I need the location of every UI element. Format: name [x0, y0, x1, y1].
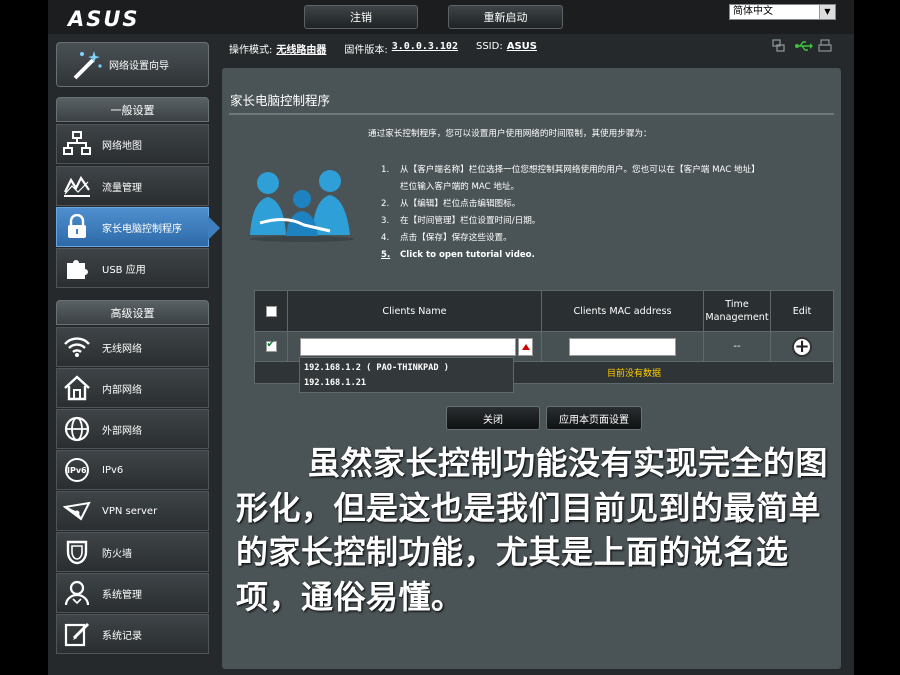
sidebar-item-label: 家长电脑控制程序 — [102, 223, 182, 235]
select-all-checkbox[interactable] — [265, 305, 277, 317]
page-title: 家长电脑控制程序 — [230, 93, 331, 108]
ipv6-icon: IPv6 — [63, 456, 91, 484]
sidebar-item-label: 网络地图 — [102, 140, 142, 152]
time-management-value: -- — [733, 341, 741, 352]
globe-icon — [63, 415, 91, 443]
asus-logo: ASUS — [68, 7, 140, 31]
header-time-management: Time Management — [704, 291, 771, 331]
mode-label: 操作模式: — [229, 45, 273, 56]
network-map-icon — [63, 130, 91, 158]
wizard-label: 网络设置向导 — [109, 61, 169, 72]
puzzle-icon — [63, 254, 91, 282]
sidebar-item-wireless[interactable]: 无线网络 — [56, 327, 209, 367]
step-3: 3. 在【时间管理】栏位设置时间/日期。 — [381, 216, 541, 226]
lock-icon — [63, 213, 91, 241]
client-suggestion-list: 192.168.1.2 ( PAO-THINKPAD ) 192.168.1.2… — [299, 357, 514, 393]
close-button[interactable]: 关闭 — [446, 406, 540, 430]
admin-icon — [63, 579, 91, 607]
sidebar-item-parental-control[interactable]: 家长电脑控制程序 — [56, 207, 220, 247]
ssid-value[interactable]: ASUS — [507, 41, 537, 56]
sidebar-item-label: 系统记录 — [102, 630, 142, 642]
sidebar-item-label: IPv6 — [102, 464, 124, 476]
magic-wand-icon — [69, 48, 103, 82]
time-cell: -- — [704, 332, 771, 361]
chevron-down-icon: ▼ — [819, 5, 835, 19]
sidebar-item-administration[interactable]: 系统管理 — [56, 573, 209, 613]
client-name-input[interactable] — [300, 338, 516, 356]
sidebar-item-usb[interactable]: USB 应用 — [56, 248, 209, 288]
tutorial-video-link[interactable]: 5. Click to open tutorial video. — [381, 247, 831, 264]
mode-value[interactable]: 无线路由器 — [276, 41, 326, 56]
suggestion-item[interactable]: 192.168.1.2 ( PAO-THINKPAD ) — [304, 361, 509, 376]
title-divider — [229, 113, 834, 115]
step-4: 4. 点击【保存】保存这些设置。 — [381, 233, 512, 243]
ssid-label: SSID: — [475, 41, 503, 52]
add-icon[interactable]: + — [792, 336, 812, 357]
language-select[interactable]: 简体中文 ▼ — [729, 4, 836, 20]
sidebar-item-wan[interactable]: 外部网络 — [56, 409, 209, 449]
action-buttons: 关闭 应用本页面设置 — [446, 406, 642, 430]
step-1: 1. 从【客户端名称】栏位选择一位您想控制其网络使用的用户。您也可以在【客户端 M… — [381, 165, 760, 175]
vpn-icon — [63, 497, 91, 525]
sidebar-item-label: 防火墙 — [102, 548, 132, 560]
sidebar-item-label: USB 应用 — [102, 264, 146, 276]
reboot-button[interactable]: 重新启动 — [448, 5, 563, 29]
sidebar-item-label: 内部网络 — [102, 384, 142, 396]
sidebar-item-firewall[interactable]: 防火墙 — [56, 532, 209, 572]
suggestion-item[interactable]: 192.168.1.21 — [304, 376, 509, 391]
language-value: 简体中文 — [733, 6, 773, 17]
instruction-steps: 1. 从【客户端名称】栏位选择一位您想控制其网络使用的用户。您也可以在【客户端 M… — [381, 162, 831, 264]
advanced-settings-heading: 高级设置 — [56, 300, 209, 325]
row-checkbox[interactable] — [265, 339, 277, 352]
step-2: 2. 从【编辑】栏位点击编辑图标。 — [381, 199, 521, 209]
logout-button[interactable]: 注销 — [304, 5, 418, 29]
svg-text:IPv6: IPv6 — [67, 466, 87, 475]
table-header: Clients Name Clients MAC address Time Ma… — [254, 290, 834, 332]
edit-cell: + — [771, 332, 833, 361]
status-line: 操作模式: 无线路由器 固件版本: 3.0.0.3.102 SSID: ASUS — [229, 41, 537, 56]
intro-text: 通过家长控制程序，您可以设置用户使用网络的时间限制，其使用步骤为： — [368, 129, 652, 139]
sidebar-item-label: 系统管理 — [102, 589, 142, 601]
firmware-label: 固件版本: — [344, 45, 388, 56]
shield-icon — [63, 538, 91, 566]
header-mac-address: Clients MAC address — [542, 291, 704, 331]
log-icon — [63, 620, 91, 648]
sidebar-item-vpn[interactable]: VPN server — [56, 491, 209, 531]
sidebar-item-label: 流量管理 — [102, 182, 142, 194]
row-check-cell — [255, 332, 288, 361]
client-dropdown-toggle[interactable] — [518, 338, 533, 356]
sidebar-item-ipv6[interactable]: IPv6 IPv6 — [56, 450, 209, 490]
usb-status-icon[interactable] — [795, 38, 813, 52]
printer-status-icon[interactable] — [818, 38, 832, 52]
wifi-icon — [63, 333, 91, 361]
sidebar-item-lan[interactable]: 内部网络 — [56, 368, 209, 408]
general-settings-heading: 一般设置 — [56, 97, 209, 122]
family-illustration — [246, 165, 358, 243]
traffic-icon — [63, 172, 91, 200]
mac-cell — [542, 332, 704, 361]
sidebar-item-label: 外部网络 — [102, 425, 142, 437]
step-1-continued: 栏位输入客户端的 MAC 地址。 — [400, 182, 520, 192]
select-all-cell — [255, 291, 288, 331]
sidebar-item-label: 无线网络 — [102, 343, 142, 355]
sidebar-item-traffic[interactable]: 流量管理 — [56, 166, 209, 206]
home-icon — [63, 374, 91, 402]
status-icons — [772, 38, 832, 52]
sidebar-item-label: VPN server — [102, 505, 158, 517]
sidebar-item-system-log[interactable]: 系统记录 — [56, 614, 209, 654]
caption-overlay: 虽然家长控制功能没有实现完全的图形化，但是这也是我们目前见到的最简单的家长控制功… — [236, 444, 829, 616]
header-edit: Edit — [792, 305, 812, 317]
sidebar-item-network-map[interactable]: 网络地图 — [56, 124, 209, 164]
lan-status-icon[interactable] — [772, 38, 786, 52]
firmware-value[interactable]: 3.0.0.3.102 — [392, 41, 458, 56]
apply-button[interactable]: 应用本页面设置 — [546, 406, 642, 430]
mac-address-input[interactable] — [569, 337, 676, 356]
network-wizard-button[interactable]: 网络设置向导 — [56, 42, 209, 87]
header-clients-name: Clients Name — [288, 291, 542, 331]
